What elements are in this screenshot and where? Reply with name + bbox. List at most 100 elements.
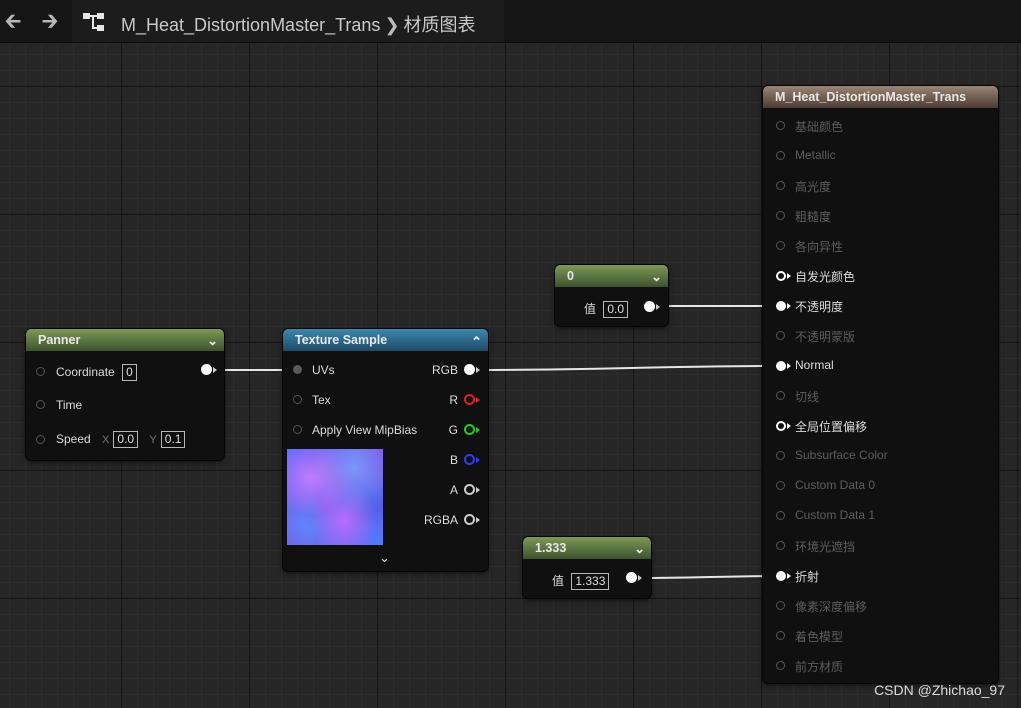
output-arrow-icon <box>476 517 480 523</box>
speed-label: Speed <box>56 432 91 446</box>
material-pin-label: 像素深度偏移 <box>795 600 868 614</box>
material-pin-15[interactable] <box>776 571 786 581</box>
constant-zero-title: 0 <box>567 269 574 283</box>
g-label: G <box>448 423 458 437</box>
material-pin-label: Metallic <box>795 148 836 162</box>
a-label: A <box>449 483 458 497</box>
speed-y-label: Y <box>149 434 157 446</box>
rgb-output-pin[interactable] <box>464 364 475 375</box>
constant-ior-title: 1.333 <box>535 541 567 555</box>
chevron-down-icon[interactable]: ⌄ <box>634 537 645 560</box>
panner-output-pin[interactable] <box>201 364 212 375</box>
material-pin-14[interactable] <box>776 541 785 550</box>
time-input-pin[interactable] <box>36 400 45 409</box>
texture-sample-header[interactable]: Texture Sample ⌃ <box>283 329 488 351</box>
material-output-title: M_Heat_DistortionMaster_Trans <box>775 90 967 104</box>
panner-node-header[interactable]: Panner ⌄ <box>26 329 224 351</box>
rgba-label: RGBA <box>423 513 458 527</box>
time-label: Time <box>56 398 83 412</box>
material-pin-label: 粗糙度 <box>795 210 832 224</box>
material-pin-label: Custom Data 0 <box>795 478 876 492</box>
rgb-label: RGB <box>431 363 458 377</box>
constant-ior-value-field[interactable]: 1.333 <box>571 573 610 590</box>
material-pin-12[interactable] <box>776 481 785 490</box>
tex-label: Tex <box>312 393 331 407</box>
r-label: R <box>449 393 458 407</box>
uvs-input-pin[interactable] <box>293 365 302 374</box>
output-arrow-icon <box>476 457 480 463</box>
b-output-pin[interactable] <box>464 454 475 465</box>
b-label: B <box>449 453 458 467</box>
input-arrow-icon <box>787 363 791 369</box>
material-pin-4[interactable] <box>776 241 785 250</box>
speed-x-label: X <box>102 434 110 446</box>
material-pin-label: 各向异性 <box>795 240 844 254</box>
constant-zero-node[interactable]: 0 ⌄ 值 0.0 <box>555 265 668 326</box>
material-pin-label: Custom Data 1 <box>795 508 876 522</box>
constant-zero-value-field[interactable]: 0.0 <box>603 301 629 318</box>
texture-sample-title: Texture Sample <box>295 333 388 347</box>
mipbias-input-pin[interactable] <box>293 425 302 434</box>
material-pin-7[interactable] <box>776 331 785 340</box>
value-label: 值 <box>584 302 597 316</box>
material-pin-8[interactable] <box>776 361 786 371</box>
material-pin-2[interactable] <box>776 181 785 190</box>
material-pin-9[interactable] <box>776 391 785 400</box>
rgba-output-pin[interactable] <box>464 514 475 525</box>
material-pin-6[interactable] <box>776 301 786 311</box>
texture-sample-node[interactable]: Texture Sample ⌃ UVs Tex Apply View MipB… <box>283 329 488 571</box>
output-arrow-icon <box>476 487 480 493</box>
chevron-down-icon[interactable]: ⌄ <box>379 551 390 566</box>
material-pin-17[interactable] <box>776 631 785 640</box>
speed-input-pin[interactable] <box>36 435 45 444</box>
constant-ior-header[interactable]: 1.333 ⌄ <box>523 537 651 559</box>
material-pin-18[interactable] <box>776 661 785 670</box>
material-pin-label: 不透明蒙版 <box>795 330 856 344</box>
constant-zero-output-pin[interactable] <box>644 301 655 312</box>
r-output-pin[interactable] <box>464 394 475 405</box>
constant-zero-header[interactable]: 0 ⌄ <box>555 265 668 287</box>
material-pin-label: Subsurface Color <box>795 448 888 462</box>
material-pin-label: 着色模型 <box>795 630 844 644</box>
g-output-pin[interactable] <box>464 424 475 435</box>
material-pin-5[interactable] <box>776 271 786 281</box>
uvs-label: UVs <box>312 363 335 377</box>
a-output-pin[interactable] <box>464 484 475 495</box>
material-output-node[interactable]: M_Heat_DistortionMaster_Trans 基础颜色 Metall… <box>763 86 998 683</box>
material-pin-label: 自发光颜色 <box>795 270 856 284</box>
material-pin-label: 折射 <box>795 570 820 584</box>
watermark: CSDN @Zhichao_97 <box>874 682 1005 698</box>
value-label: 值 <box>552 574 565 588</box>
panner-title: Panner <box>38 333 81 347</box>
speed-x-field[interactable]: 0.0 <box>113 431 139 448</box>
wire-ior-to-refraction <box>637 575 782 579</box>
material-pin-11[interactable] <box>776 451 785 460</box>
material-pin-label: 切线 <box>795 390 820 404</box>
material-output-header[interactable]: M_Heat_DistortionMaster_Trans <box>763 86 998 108</box>
material-pin-16[interactable] <box>776 601 785 610</box>
output-arrow-icon <box>476 367 480 373</box>
material-pin-label: 基础颜色 <box>795 120 844 134</box>
constant-ior-output-pin[interactable] <box>626 572 637 583</box>
material-pin-10[interactable] <box>776 421 786 431</box>
material-pin-label: 前方材质 <box>795 660 844 674</box>
panner-node[interactable]: Panner ⌄ Coordinate 0 Time Speed X 0.0 Y0… <box>26 329 224 460</box>
tex-input-pin[interactable] <box>293 395 302 404</box>
material-pin-13[interactable] <box>776 511 785 520</box>
chevron-up-icon[interactable]: ⌃ <box>471 330 482 353</box>
speed-y-field[interactable]: 0.1 <box>160 431 186 448</box>
material-pin-label: Normal <box>795 358 834 372</box>
constant-ior-node[interactable]: 1.333 ⌄ 值 1.333 <box>523 537 651 598</box>
material-pin-3[interactable] <box>776 211 785 220</box>
coordinate-field[interactable]: 0 <box>122 364 137 381</box>
material-pin-0[interactable] <box>776 121 785 130</box>
material-pin-label: 不透明度 <box>795 300 844 314</box>
output-arrow-icon <box>213 367 217 373</box>
chevron-down-icon[interactable]: ⌄ <box>207 329 218 352</box>
coordinate-input-pin[interactable] <box>36 367 45 376</box>
mipbias-label: Apply View MipBias <box>312 423 418 437</box>
output-arrow-icon <box>638 575 642 581</box>
chevron-down-icon[interactable]: ⌄ <box>651 265 662 288</box>
material-pin-label: 全局位置偏移 <box>795 420 868 434</box>
material-pin-1[interactable] <box>776 151 785 160</box>
